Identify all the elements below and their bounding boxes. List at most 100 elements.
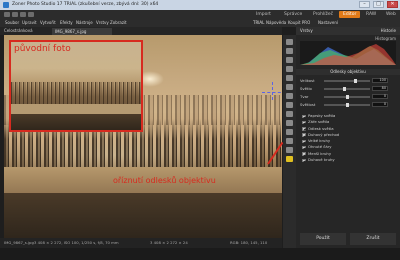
status-size: 3 408 × 2 272 × 24	[150, 240, 188, 245]
slider-shape: Tvar 0	[300, 94, 396, 100]
panel-header: Vrstvy Historie	[296, 27, 400, 35]
status-file: IMG_9867_s.jpg	[4, 240, 34, 245]
check-label: Menší kruhy	[308, 150, 332, 156]
window-controls: – □ ✕	[359, 1, 398, 8]
check-rainbow-circles[interactable]: Duhové kruhy	[302, 157, 396, 163]
menu-effects[interactable]: Efekty	[60, 19, 73, 27]
check-label: Záře světla	[308, 119, 330, 125]
document-tab[interactable]: IMG_9867_s.jpg	[52, 28, 112, 35]
slider-label: Tvar	[300, 94, 309, 99]
curves-tool-icon[interactable]	[286, 66, 293, 72]
slider-brightness: Světlost 0	[300, 102, 396, 108]
checkbox[interactable]	[302, 120, 306, 125]
tab-raw[interactable]: RAW	[362, 11, 380, 18]
original-photo-inset: původní foto	[9, 40, 143, 132]
maximize-button[interactable]: □	[373, 1, 384, 8]
menu-view[interactable]: Zobrazit	[110, 19, 127, 27]
selection-tool-icon[interactable]	[286, 102, 293, 108]
tab-manager[interactable]: Správce	[280, 11, 306, 18]
slider-track[interactable]	[324, 87, 370, 91]
checkbox[interactable]	[302, 133, 306, 137]
window-title: Zoner Photo Studio 17 TRIAL (zkušební ve…	[12, 2, 159, 7]
brush-tool-icon[interactable]	[286, 84, 293, 90]
menu-buy-pro[interactable]: Koupit PRO	[288, 19, 310, 27]
checkbox[interactable]	[302, 139, 306, 144]
check-label: Duhový přechod	[308, 131, 340, 137]
forward-icon[interactable]	[12, 12, 18, 17]
check-label: Duhové kruhy	[308, 157, 335, 163]
back-icon[interactable]	[4, 12, 10, 17]
rotate-tool-icon[interactable]	[286, 48, 293, 54]
flare-options-list: Paprsky světla Záře světla Odlesk světla…	[302, 113, 396, 163]
levels-tool-icon[interactable]	[286, 57, 293, 63]
menu-layers[interactable]: Vrstvy	[96, 19, 109, 27]
status-bar: IMG_9867_s.jpg 3 408 × 2 272, ISO 100, 1…	[0, 238, 282, 248]
panel-tab-layers[interactable]: Vrstvy	[300, 28, 313, 33]
flare-center-marker-v[interactable]	[272, 82, 273, 100]
slider-track[interactable]	[324, 95, 370, 99]
shape-tool-icon[interactable]	[286, 120, 293, 126]
menu-bar: Soubor Upravit Vytvořit Efekty Nástroje …	[0, 19, 400, 27]
text-tool-icon[interactable]	[286, 111, 293, 117]
document-tabs: Celostránková IMG_9867_s.jpg	[0, 27, 282, 35]
clone-tool-icon[interactable]	[286, 93, 293, 99]
menu-edit[interactable]: Upravit	[22, 19, 37, 27]
slider-knob[interactable]	[345, 95, 349, 99]
status-info: 3 408 × 2 272, ISO 100, 1/250 s, f/8, 70…	[34, 240, 119, 245]
check-label: Paprsky světla	[308, 113, 336, 118]
menu-file[interactable]: Soubor	[5, 19, 19, 27]
slider-value[interactable]: 80	[372, 86, 388, 91]
cancel-button[interactable]: Zrušit	[350, 233, 396, 245]
menu-settings[interactable]: Nastavení	[318, 19, 338, 27]
slider-track[interactable]	[324, 79, 370, 83]
effects-tool-icon[interactable]	[286, 147, 293, 153]
trial-badge: TRIAL	[253, 20, 265, 25]
close-button[interactable]: ✕	[387, 1, 398, 8]
checkbox[interactable]	[302, 152, 306, 156]
checkbox[interactable]	[302, 145, 306, 150]
redeye-tool-icon[interactable]	[286, 138, 293, 144]
menu-tools[interactable]: Nástroje	[76, 19, 93, 27]
slider-light: Světlo 80	[300, 86, 396, 92]
check-label: Ohnuté čáry	[308, 144, 332, 150]
panel-tab-history[interactable]: Historie	[381, 27, 396, 35]
tab-import[interactable]: Import	[252, 11, 275, 18]
slider-knob[interactable]	[343, 87, 347, 91]
tab-viewer[interactable]: Prohlížeč	[309, 11, 337, 18]
status-rgb: RGB: 180, 145, 110	[230, 240, 268, 245]
image-canvas[interactable]: původní foto	[4, 35, 282, 238]
breadcrumb[interactable]: Celostránková	[4, 27, 33, 35]
minimize-button[interactable]: –	[359, 1, 370, 8]
slider-track[interactable]	[324, 103, 370, 107]
apply-button[interactable]: Použít	[300, 233, 346, 245]
lens-flare-tool-icon[interactable]	[286, 156, 293, 162]
tab-editor[interactable]: Editor	[339, 11, 361, 18]
slider-value[interactable]: 100	[372, 78, 388, 83]
app-icon	[3, 2, 9, 8]
menu-help[interactable]: Nápověda	[266, 19, 286, 27]
crop-tool-icon[interactable]	[286, 39, 293, 45]
slider-value[interactable]: 0	[372, 102, 388, 107]
menu-create[interactable]: Vytvořit	[40, 19, 56, 27]
check-label: Velké kruhy	[308, 138, 331, 144]
print-icon[interactable]	[28, 12, 34, 17]
lens-flare-section-title[interactable]: Odlesky objektivu	[296, 69, 400, 75]
slider-knob[interactable]	[345, 103, 349, 107]
checkbox[interactable]	[302, 127, 306, 131]
tab-web[interactable]: Web	[382, 11, 400, 18]
save-icon[interactable]	[20, 12, 26, 17]
module-toolbar: Import Správce Prohlížeč Editor RAW Web	[0, 10, 400, 19]
inset-bank	[11, 114, 141, 130]
checkbox[interactable]	[302, 158, 306, 163]
checkbox[interactable]	[302, 114, 306, 118]
quick-tools	[4, 12, 34, 17]
settings-panel: Vrstvy Historie Histogram Odlesky objekt…	[296, 27, 400, 248]
slider-size: Velikost 100	[300, 78, 396, 84]
slider-knob[interactable]	[354, 79, 358, 83]
slider-value[interactable]: 0	[372, 94, 388, 99]
color-tool-icon[interactable]	[286, 75, 293, 81]
slider-label: Světlo	[300, 86, 312, 91]
slider-label: Světlost	[300, 102, 316, 107]
gradient-tool-icon[interactable]	[286, 129, 293, 135]
check-label: Odlesk světla	[308, 125, 334, 131]
